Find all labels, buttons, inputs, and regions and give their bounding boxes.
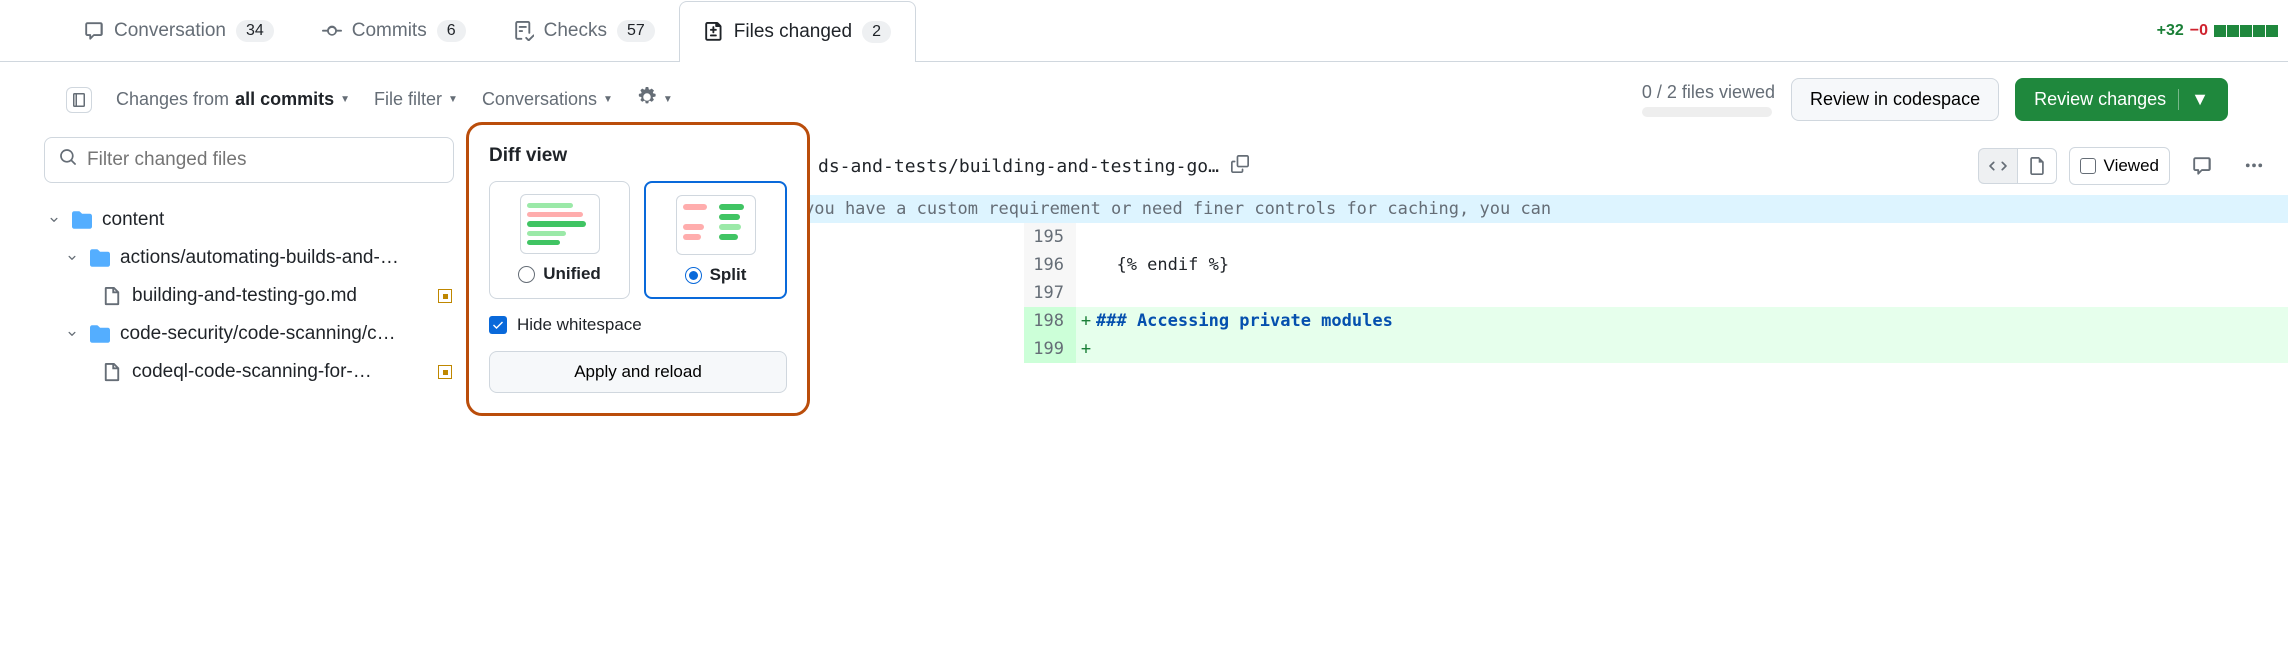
additions: +32 [2157,22,2184,40]
file-filter-dropdown[interactable]: File filter ▼ [374,89,458,110]
diff-line: 197 [1024,279,2288,307]
diff-squares [2214,25,2278,37]
conversations-dropdown[interactable]: Conversations ▼ [482,89,613,110]
hide-whitespace-checkbox[interactable]: Hide whitespace [489,315,787,335]
apply-reload-button[interactable]: Apply and reload [489,351,787,393]
tree-file[interactable]: building-and-testing-go.md [44,277,454,315]
filter-field[interactable] [87,149,439,171]
copy-icon[interactable] [1231,155,1249,178]
file-diff-icon [704,22,724,42]
modified-icon [438,365,452,379]
diff-added-line: 198 +### Accessing private modules [1024,307,2288,335]
popover-title: Diff view [489,145,787,167]
commit-icon [322,21,342,41]
file-header: ds-and-tests/building-and-testing-go… Vi… [804,137,2288,195]
caret-down-icon: ▼ [448,94,458,105]
sidebar-toggle[interactable] [66,87,92,113]
diff-context-line: you have a custom requirement or need fi… [804,195,2288,223]
unified-option[interactable]: Unified [489,181,630,299]
chevron-down-icon [64,327,80,341]
gear-icon [637,87,657,112]
tab-label: Checks [544,20,607,42]
deletions: −0 [2190,22,2208,40]
tree-folder-root[interactable]: content [44,201,454,239]
counter: 57 [617,20,655,42]
comment-button[interactable] [2182,148,2222,184]
radio-icon [685,267,702,284]
counter: 6 [437,20,466,42]
changes-from-dropdown[interactable]: Changes from all commits ▼ [116,89,350,110]
more-button[interactable] [2234,148,2274,184]
diff-line: 195 [1024,223,2288,251]
tab-commits[interactable]: Commits 6 [298,0,490,61]
counter: 2 [862,21,891,43]
chevron-down-icon [64,251,80,265]
progress-bar [1642,107,1772,117]
radio-icon [518,266,535,283]
rendered-view-button[interactable] [2017,148,2057,184]
comment-icon [84,21,104,41]
tab-conversation[interactable]: Conversation 34 [60,0,298,61]
tree-folder[interactable]: actions/automating-builds-and-t… [44,239,454,277]
counter: 34 [236,20,274,42]
modified-icon [438,289,452,303]
tree-folder[interactable]: code-security/code-scanning/cr… [44,315,454,353]
diff-line: 196 {% endif %} [1024,251,2288,279]
tab-label: Commits [352,20,427,42]
review-codespace-button[interactable]: Review in codespace [1791,78,1999,121]
caret-down-icon: ▼ [663,94,673,105]
split-option[interactable]: Split [644,181,787,299]
file-path: ds-and-tests/building-and-testing-go… [818,156,1219,177]
chevron-down-icon [46,213,62,227]
caret-down-icon: ▼ [2178,89,2209,110]
review-changes-button[interactable]: Review changes ▼ [2015,78,2228,121]
filter-input[interactable] [44,137,454,183]
tree-file[interactable]: codeql-code-scanning-for-… [44,353,454,391]
tab-label: Files changed [734,21,852,43]
diff-stats: +32 −0 [2157,22,2278,40]
diff-added-line: 199 + [1024,335,2288,363]
split-preview [676,195,756,255]
checklist-icon [514,21,534,41]
diff-settings-popover: Diff view Unified [466,122,810,416]
tab-checks[interactable]: Checks 57 [490,0,679,61]
source-view-button[interactable] [1978,148,2017,184]
tab-files-changed[interactable]: Files changed 2 [679,1,916,62]
settings-dropdown[interactable]: ▼ [637,87,673,112]
tab-label: Conversation [114,20,226,42]
caret-down-icon: ▼ [603,94,613,105]
unified-preview [520,194,600,254]
checkbox-icon [489,316,507,334]
search-icon [59,148,77,172]
files-viewed: 0 / 2 files viewed [1642,82,1775,117]
caret-down-icon: ▼ [340,94,350,105]
viewed-checkbox[interactable]: Viewed [2069,147,2170,185]
